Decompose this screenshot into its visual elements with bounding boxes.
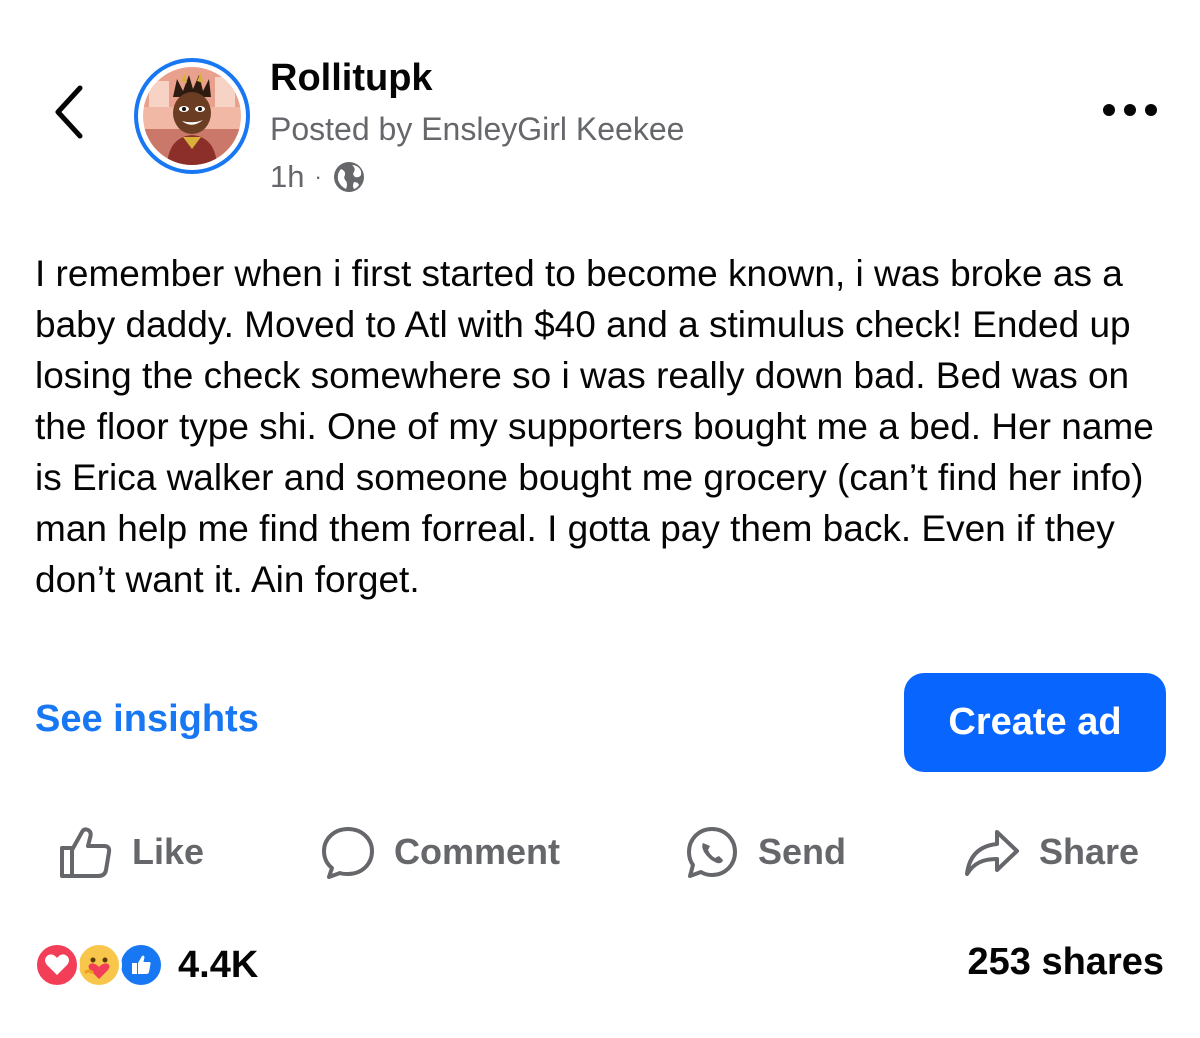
like-reaction-icon <box>118 942 164 988</box>
post-header: Rollitupk Posted by EnsleyGirl Keekee 1h… <box>270 55 684 197</box>
send-button[interactable]: Send <box>684 820 846 884</box>
page-avatar[interactable] <box>134 58 250 174</box>
chevron-left-icon <box>55 85 83 139</box>
share-label: Share <box>1039 831 1140 872</box>
meta-separator: · <box>314 164 322 189</box>
thumbs-up-icon <box>60 827 112 878</box>
like-label: Like <box>132 831 205 872</box>
more-options-button[interactable] <box>1100 95 1160 125</box>
create-ad-button[interactable]: Create ad <box>904 673 1166 772</box>
share-button[interactable]: Share <box>963 820 1139 884</box>
care-reaction-icon <box>76 942 122 988</box>
like-button[interactable]: Like <box>58 820 204 884</box>
comment-bubble-icon <box>322 827 374 879</box>
reaction-icons <box>34 939 170 991</box>
globe-icon[interactable] <box>332 160 366 194</box>
comment-label: Comment <box>394 831 561 872</box>
post-meta: 1h · <box>270 157 684 197</box>
comment-button[interactable]: Comment <box>320 820 560 884</box>
see-insights-link[interactable]: See insights <box>35 698 259 741</box>
action-bar: Like Comment Send Share <box>0 820 1200 884</box>
back-button[interactable] <box>40 80 96 144</box>
messenger-send-icon <box>687 827 737 878</box>
avatar <box>143 67 241 165</box>
post-time[interactable]: 1h <box>270 157 304 197</box>
share-arrow-icon <box>965 830 1019 876</box>
posted-by[interactable]: Posted by EnsleyGirl Keekee <box>270 109 684 149</box>
shares-count[interactable]: 253 shares <box>968 941 1165 984</box>
more-horizontal-icon <box>1103 104 1157 116</box>
love-reaction-icon <box>34 942 80 988</box>
post-footer: 4.4K 253 shares <box>0 935 1200 995</box>
reaction-summary[interactable]: 4.4K <box>34 939 258 991</box>
page-name[interactable]: Rollitupk <box>270 55 684 101</box>
post-text: I remember when i first started to becom… <box>35 253 1154 600</box>
send-label: Send <box>758 831 847 872</box>
reaction-count: 4.4K <box>178 943 259 986</box>
